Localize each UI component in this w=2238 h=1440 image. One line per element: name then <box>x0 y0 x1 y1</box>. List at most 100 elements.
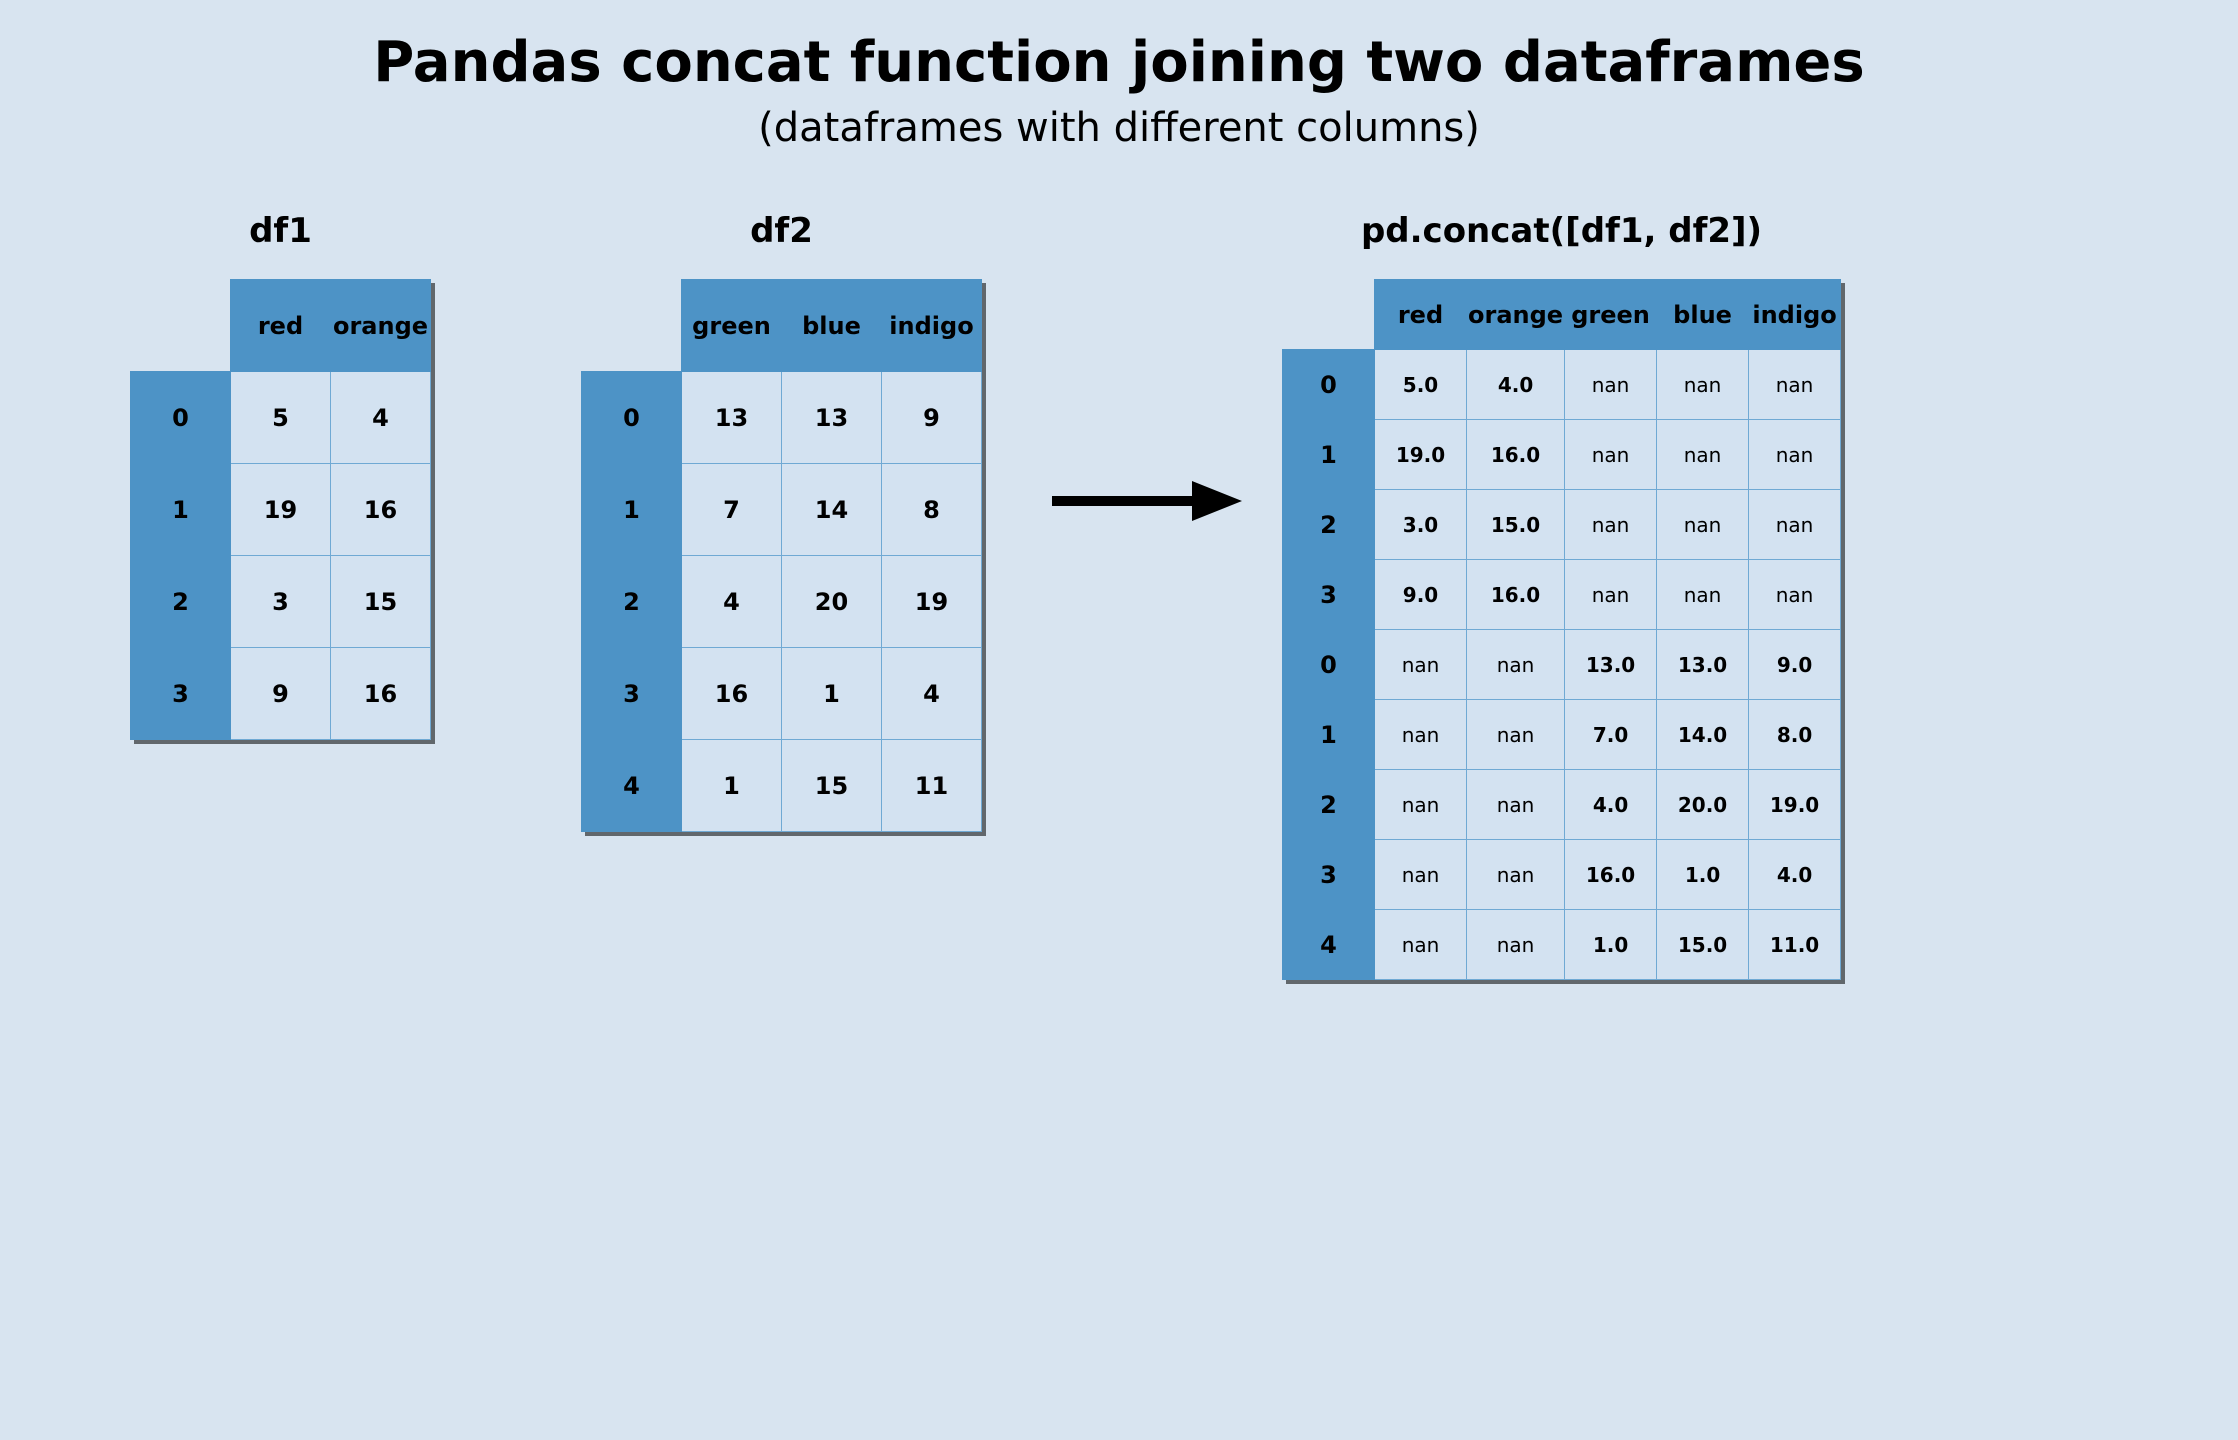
panel-df2: df2 green blue indigo 0 13 13 9 1 7 1 <box>581 211 982 832</box>
data-cell: 11 <box>882 740 982 832</box>
row-header: 0 <box>131 372 231 464</box>
data-cell: 15 <box>331 556 431 648</box>
row-header: 1 <box>131 464 231 556</box>
data-cell: nan <box>1565 420 1657 490</box>
data-cell: 19 <box>882 556 982 648</box>
data-cell: 9.0 <box>1375 560 1467 630</box>
data-cell: 9 <box>882 372 982 464</box>
data-cell: 4 <box>331 372 431 464</box>
data-cell: nan <box>1467 770 1565 840</box>
data-cell: nan <box>1657 350 1749 420</box>
table-row: 0 5.0 4.0 nan nan nan <box>1283 350 1841 420</box>
page-title: Pandas concat function joining two dataf… <box>0 30 2238 95</box>
data-cell: 4 <box>682 556 782 648</box>
data-cell: nan <box>1749 420 1841 490</box>
data-cell: 11.0 <box>1749 910 1841 980</box>
panels-row: df1 red orange 0 5 4 1 19 16 <box>0 211 2238 980</box>
table-row: 4 1 15 11 <box>582 740 982 832</box>
data-cell: 19.0 <box>1749 770 1841 840</box>
row-header: 2 <box>582 556 682 648</box>
table-row: 2 3.0 15.0 nan nan nan <box>1283 490 1841 560</box>
table-df2: green blue indigo 0 13 13 9 1 7 14 8 <box>581 279 982 832</box>
table-row: 1 7 14 8 <box>582 464 982 556</box>
row-header: 3 <box>1283 560 1375 630</box>
data-cell: nan <box>1375 700 1467 770</box>
data-cell: 20.0 <box>1657 770 1749 840</box>
row-header: 2 <box>1283 490 1375 560</box>
data-cell: 4.0 <box>1749 840 1841 910</box>
data-cell: nan <box>1467 630 1565 700</box>
col-header: green <box>682 280 782 372</box>
panel-result: pd.concat([df1, df2]) red orange green b… <box>1282 211 1841 980</box>
table-row: 1 19.0 16.0 nan nan nan <box>1283 420 1841 490</box>
data-cell: nan <box>1467 840 1565 910</box>
col-header: blue <box>782 280 882 372</box>
table-row: 2 4 20 19 <box>582 556 982 648</box>
data-cell: nan <box>1749 560 1841 630</box>
data-cell: 1 <box>782 648 882 740</box>
col-header: indigo <box>882 280 982 372</box>
row-header: 1 <box>582 464 682 556</box>
row-header: 1 <box>1283 700 1375 770</box>
data-cell: 3 <box>231 556 331 648</box>
data-cell: 8 <box>882 464 982 556</box>
data-cell: 13 <box>782 372 882 464</box>
data-cell: 4.0 <box>1565 770 1657 840</box>
row-header: 2 <box>1283 770 1375 840</box>
corner-cell <box>1283 280 1375 350</box>
col-header: orange <box>1467 280 1565 350</box>
data-cell: 16 <box>331 464 431 556</box>
row-header: 0 <box>582 372 682 464</box>
data-cell: 1.0 <box>1657 840 1749 910</box>
row-header: 0 <box>1283 630 1375 700</box>
page-subtitle: (dataframes with different columns) <box>0 105 2238 151</box>
data-cell: 19.0 <box>1375 420 1467 490</box>
data-cell: nan <box>1749 350 1841 420</box>
table-row: 3 9.0 16.0 nan nan nan <box>1283 560 1841 630</box>
data-cell: 15.0 <box>1657 910 1749 980</box>
table-row: 2 3 15 <box>131 556 431 648</box>
diagram-root: Pandas concat function joining two dataf… <box>0 0 2238 1440</box>
arrow-right-icon <box>1042 471 1242 531</box>
row-header: 3 <box>582 648 682 740</box>
col-header: orange <box>331 280 431 372</box>
row-header: 1 <box>1283 420 1375 490</box>
corner-cell <box>131 280 231 372</box>
data-cell: 1 <box>682 740 782 832</box>
data-cell: nan <box>1657 420 1749 490</box>
table-result: red orange green blue indigo 0 5.0 4.0 n… <box>1282 279 1841 980</box>
arrow-container <box>1042 211 1242 531</box>
data-cell: 19 <box>231 464 331 556</box>
data-cell: nan <box>1657 560 1749 630</box>
table-row: 1 19 16 <box>131 464 431 556</box>
col-header: indigo <box>1749 280 1841 350</box>
row-header: 0 <box>1283 350 1375 420</box>
row-header: 3 <box>1283 840 1375 910</box>
col-header: red <box>1375 280 1467 350</box>
row-header: 4 <box>1283 910 1375 980</box>
data-cell: 16.0 <box>1467 560 1565 630</box>
corner-cell <box>582 280 682 372</box>
table-row: 3 16 1 4 <box>582 648 982 740</box>
table-row: 0 5 4 <box>131 372 431 464</box>
data-cell: nan <box>1565 490 1657 560</box>
data-cell: 20 <box>782 556 882 648</box>
data-cell: 8.0 <box>1749 700 1841 770</box>
table-row: 4 nan nan 1.0 15.0 11.0 <box>1283 910 1841 980</box>
table-row: 1 nan nan 7.0 14.0 8.0 <box>1283 700 1841 770</box>
data-cell: nan <box>1375 630 1467 700</box>
data-cell: nan <box>1467 700 1565 770</box>
table-row: 2 nan nan 4.0 20.0 19.0 <box>1283 770 1841 840</box>
data-cell: nan <box>1565 350 1657 420</box>
data-cell: 13.0 <box>1565 630 1657 700</box>
data-cell: nan <box>1467 910 1565 980</box>
col-header: red <box>231 280 331 372</box>
row-header: 2 <box>131 556 231 648</box>
data-cell: 16 <box>682 648 782 740</box>
data-cell: 14 <box>782 464 882 556</box>
data-cell: nan <box>1375 910 1467 980</box>
table-row: 0 nan nan 13.0 13.0 9.0 <box>1283 630 1841 700</box>
table-title-result: pd.concat([df1, df2]) <box>1361 211 1762 251</box>
data-cell: nan <box>1565 560 1657 630</box>
data-cell: 3.0 <box>1375 490 1467 560</box>
